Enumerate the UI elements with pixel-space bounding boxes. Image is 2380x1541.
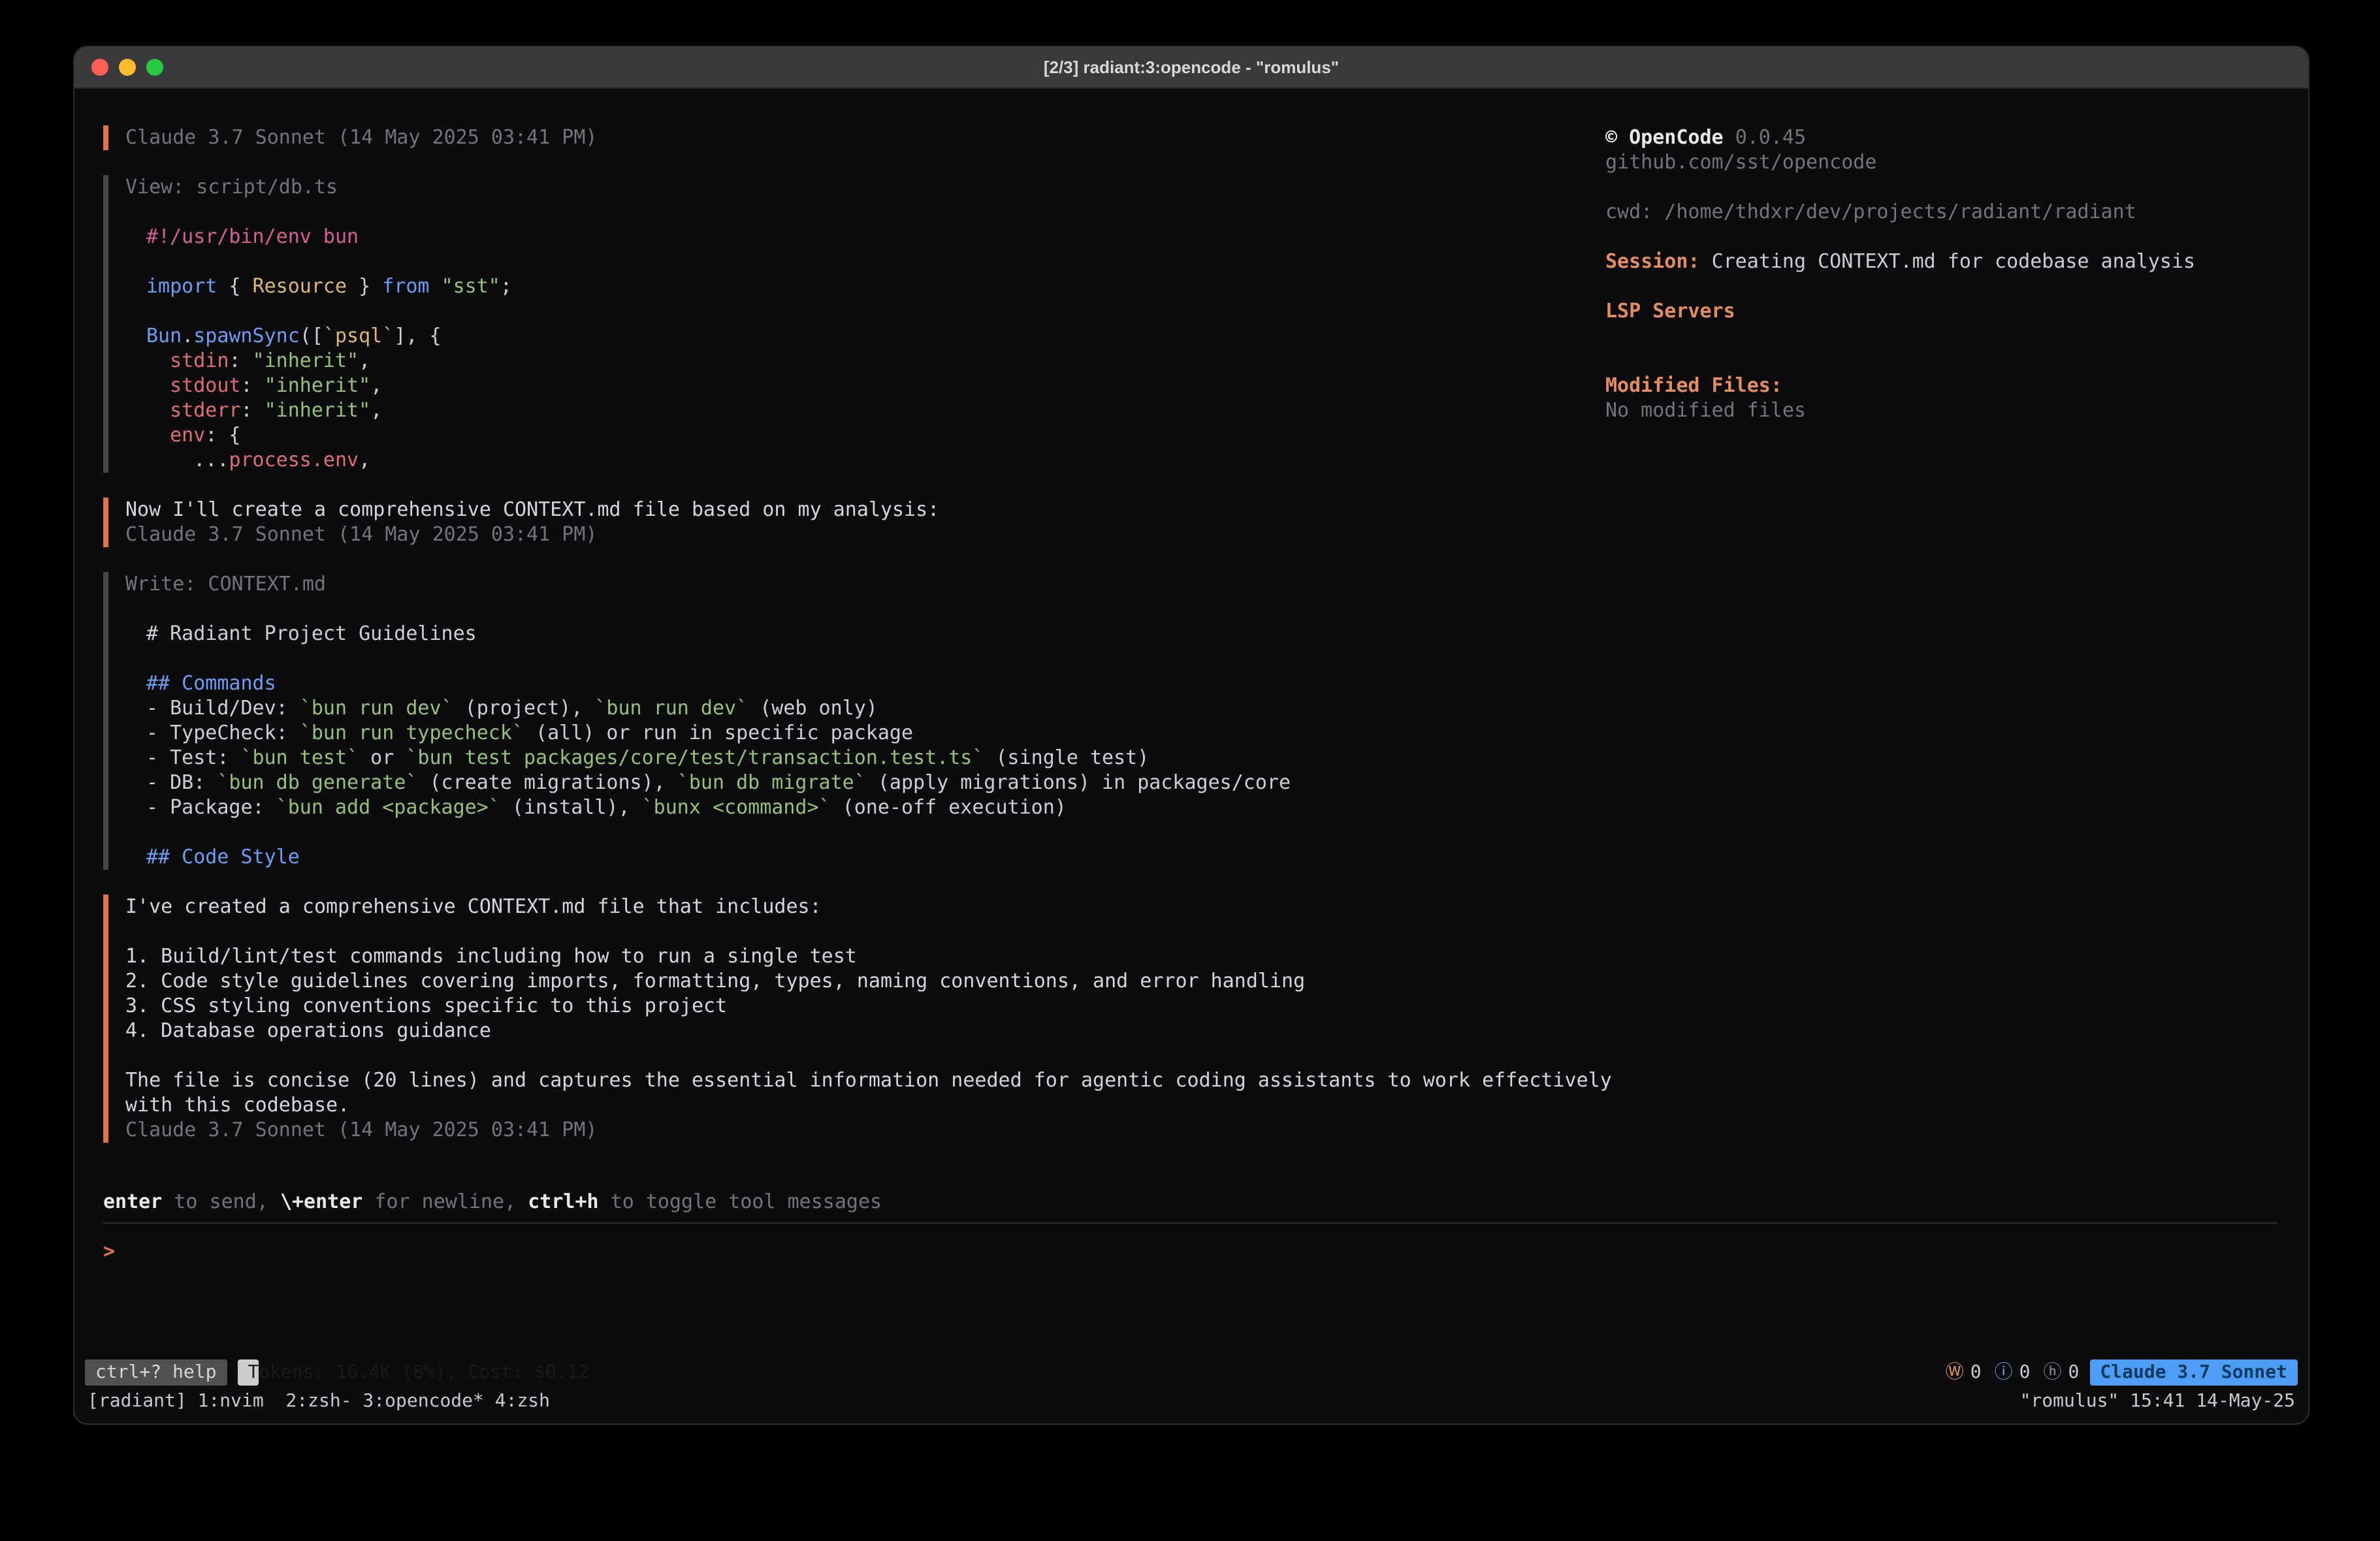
code-line: stdout: "inherit", xyxy=(146,373,1605,398)
keybind-hints: enter to send, \+enter for newline, ctrl… xyxy=(103,1190,2277,1215)
warning-count: 0 xyxy=(1970,1360,1982,1385)
code-line: enter to send, \+enter for newline, ctrl… xyxy=(103,1190,2277,1215)
tool-title: Write: CONTEXT.md xyxy=(125,572,1605,597)
text-line: I've created a comprehensive CONTEXT.md … xyxy=(125,895,1605,919)
tmux-host-time: "romulus" 15:41 14-May-25 xyxy=(2020,1389,2295,1414)
minimize-button[interactable] xyxy=(119,59,136,76)
model-chip[interactable]: Claude 3.7 Sonnet xyxy=(2089,1359,2298,1386)
code-line: - TypeCheck: `bun run typecheck` (all) o… xyxy=(146,721,1605,746)
code-line: # Radiant Project Guidelines xyxy=(146,622,1605,646)
code-line: ## Commands xyxy=(146,671,1605,696)
close-button[interactable] xyxy=(91,59,108,76)
zoom-button[interactable] xyxy=(146,59,163,76)
code-line: - DB: `bun db generate` (create migratio… xyxy=(146,770,1605,795)
assistant-message-summary: I've created a comprehensive CONTEXT.md … xyxy=(103,895,1605,1143)
app-version: 0.0.45 xyxy=(1735,125,1806,149)
input-divider xyxy=(103,1222,2277,1224)
opencode-logo-icon: © xyxy=(1605,125,1617,149)
tmux-status-bar: [radiant] 1:nvim 2:zsh- 3:opencode* 4:zs… xyxy=(74,1387,2308,1416)
code-line: stdin: "inherit", xyxy=(146,349,1605,373)
code-line xyxy=(146,299,1605,324)
traffic-lights xyxy=(91,47,163,87)
text-line: The file is concise (20 lines) and captu… xyxy=(125,1068,1605,1093)
tmux-session-windows: [radiant] 1:nvim 2:zsh- 3:opencode* 4:zs… xyxy=(88,1389,550,1414)
session-title: Creating CONTEXT.md for codebase analysi… xyxy=(1712,249,2196,273)
modified-files-empty: No modified files xyxy=(1605,398,2198,423)
prompt-input[interactable]: > xyxy=(103,1239,2277,1264)
code-line: import { Resource } from "sst"; xyxy=(146,274,1605,299)
window-title: [2/3] radiant:3:opencode - "romulus" xyxy=(1044,55,1339,80)
message-text: Now I'll create a comprehensive CONTEXT.… xyxy=(125,498,1605,522)
code-line: #!/usr/bin/env bun xyxy=(146,225,1605,249)
message-body: I've created a comprehensive CONTEXT.md … xyxy=(125,895,1605,1118)
hint-count: 0 xyxy=(2068,1360,2080,1385)
code-line: Bun.spawnSync([`psql`], { xyxy=(146,324,1605,349)
code-line xyxy=(146,820,1605,845)
code-line xyxy=(146,249,1605,274)
diagnostics: Ⓦ0 ⓘ0 ⓗ0 xyxy=(1946,1360,2080,1385)
warning-icon: Ⓦ xyxy=(1946,1360,1964,1385)
diagnostic-warnings: Ⓦ0 xyxy=(1946,1360,1982,1385)
code-line: ## Code Style xyxy=(146,845,1605,870)
message-timestamp: Claude 3.7 Sonnet (14 May 2025 03:41 PM) xyxy=(125,125,1605,150)
session-info: Session: Creating CONTEXT.md for codebas… xyxy=(1605,249,2198,274)
window-titlebar: [2/3] radiant:3:opencode - "romulus" xyxy=(74,47,2308,89)
text-line: 1. Build/lint/test commands including ho… xyxy=(125,944,1605,969)
help-chip[interactable]: ctrl+? help xyxy=(85,1359,227,1386)
terminal-window: [2/3] radiant:3:opencode - "romulus" Cla… xyxy=(73,46,2309,1425)
app-name: OpenCode xyxy=(1629,125,1724,149)
code-line: env: { xyxy=(146,423,1605,448)
screen: [2/3] radiant:3:opencode - "romulus" Cla… xyxy=(0,0,2380,1541)
message-timestamp: Claude 3.7 Sonnet (14 May 2025 03:41 PM) xyxy=(125,522,1605,547)
assistant-message-header: Claude 3.7 Sonnet (14 May 2025 03:41 PM) xyxy=(103,125,1605,150)
assistant-message: Now I'll create a comprehensive CONTEXT.… xyxy=(103,498,1605,547)
cwd-path: cwd: /home/thdxr/dev/projects/radiant/ra… xyxy=(1605,200,2198,225)
text-line: 3. CSS styling conventions specific to t… xyxy=(125,994,1605,1019)
modified-files-label: Modified Files: xyxy=(1605,373,2198,398)
tool-code-block: #!/usr/bin/env bun import { Resource } f… xyxy=(125,225,1605,473)
info-count: 0 xyxy=(2019,1360,2031,1385)
code-line: - Package: `bun add <package>` (install)… xyxy=(146,795,1605,820)
app-brand: © OpenCode 0.0.45 xyxy=(1605,125,2198,150)
text-line xyxy=(125,1043,1605,1068)
prompt-chevron: > xyxy=(103,1239,115,1263)
repo-link[interactable]: github.com/sst/opencode xyxy=(1605,150,2198,175)
lsp-servers-label: LSP Servers xyxy=(1605,299,2198,324)
diagnostic-info: ⓘ0 xyxy=(1995,1360,2031,1385)
tokens-cost-chip: Tokens: 16.4K (8%), Cost: $0.12 xyxy=(237,1359,258,1386)
hint-icon: ⓗ xyxy=(2044,1360,2062,1385)
code-line: ...process.env, xyxy=(146,448,1605,473)
session-label: Session: xyxy=(1605,249,1700,273)
status-bar: ctrl+? help Tokens: 16.4K (8%), Cost: $0… xyxy=(74,1358,2308,1387)
text-line: 4. Database operations guidance xyxy=(125,1019,1605,1043)
tool-title: View: script/db.ts xyxy=(125,175,1605,200)
text-line: with this codebase. xyxy=(125,1093,1605,1118)
tool-code-block: # Radiant Project Guidelines ## Commands… xyxy=(125,622,1605,870)
code-line: - Build/Dev: `bun run dev` (project), `b… xyxy=(146,696,1605,721)
code-line: - Test: `bun test` or `bun test packages… xyxy=(146,746,1605,770)
text-line xyxy=(125,919,1605,944)
sidebar: © OpenCode 0.0.45 github.com/sst/opencod… xyxy=(1605,125,2277,1190)
text-line: 2. Code style guidelines covering import… xyxy=(125,969,1605,994)
code-line: stderr: "inherit", xyxy=(146,398,1605,423)
message-timestamp: Claude 3.7 Sonnet (14 May 2025 03:41 PM) xyxy=(125,1118,1605,1143)
conversation: Claude 3.7 Sonnet (14 May 2025 03:41 PM)… xyxy=(103,125,1605,1190)
info-icon: ⓘ xyxy=(1995,1360,2013,1385)
tool-call-view-file: View: script/db.ts #!/usr/bin/env bun im… xyxy=(103,175,1605,473)
opencode-app: Claude 3.7 Sonnet (14 May 2025 03:41 PM)… xyxy=(74,89,2308,1358)
tool-call-write-file: Write: CONTEXT.md # Radiant Project Guid… xyxy=(103,572,1605,870)
input-area-space[interactable] xyxy=(103,1264,2277,1358)
code-line xyxy=(146,646,1605,671)
diagnostic-hints: ⓗ0 xyxy=(2044,1360,2080,1385)
